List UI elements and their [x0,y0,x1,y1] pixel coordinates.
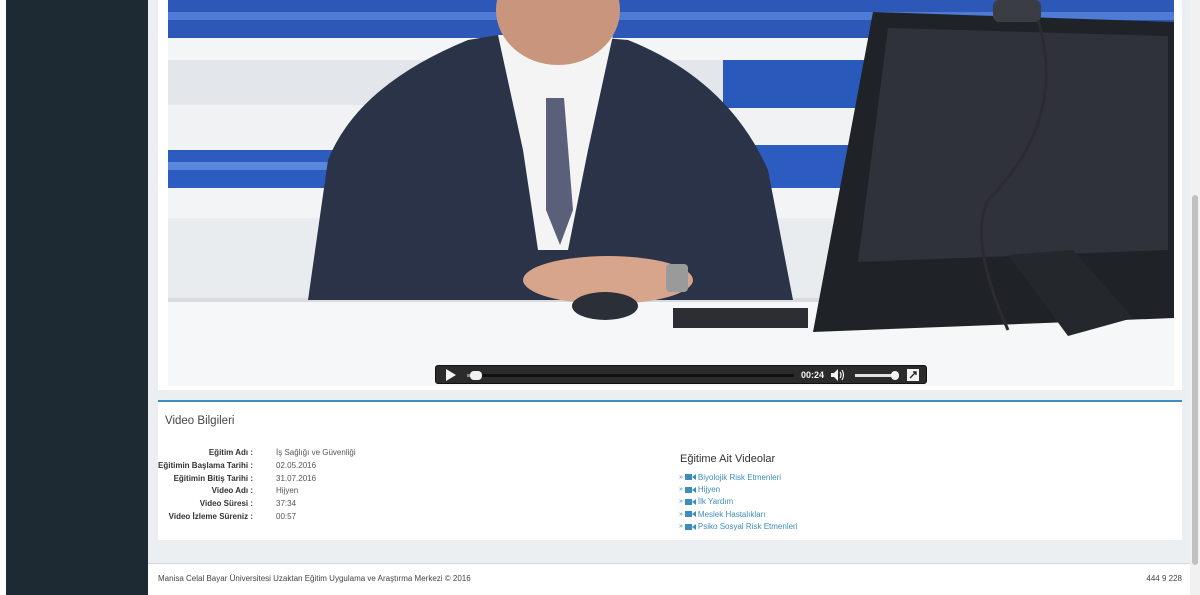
related-video-link[interactable]: » İlk Yardım [679,496,798,508]
related-videos-list: » Biyolojik Risk Etmenleri » Hijyen » İlk Yar… [679,471,798,533]
related-video-label: Psiko Sosyal Risk Etmenleri [697,522,798,532]
info-row-end-date: Eğitimin Bitiş Tarihi : 31.07.2016 [158,474,658,487]
video-controls: 00:24 [435,365,927,384]
volume-handle[interactable] [890,371,899,380]
seek-handle[interactable] [470,371,483,380]
volume-slider[interactable] [855,371,899,380]
info-label: Eğitimin Bitiş Tarihi : [173,473,253,483]
info-label: Video Adı : [211,486,253,496]
info-value: 00:57 [276,511,297,521]
current-time: 00:24 [801,370,825,380]
info-value: İş Sağlığı ve Güvenliği [276,448,356,457]
info-row-watch-time: Video İzleme Süreniz : 00:57 [158,512,658,525]
fullscreen-icon[interactable] [907,369,919,381]
bullet-icon: » [679,510,683,518]
related-video-label: İlk Yardım [697,497,734,507]
related-video-label: Hijyen [697,485,721,495]
related-video-label: Meslek Hastalıkları [697,509,766,519]
info-value: 02.05.2016 [276,460,317,470]
related-video-link[interactable]: » Biyolojik Risk Etmenleri [679,471,798,483]
video-camera-icon [684,498,696,505]
page-scrollbar[interactable] [1190,0,1200,595]
related-video-link[interactable]: » Meslek Hastalıkları [679,508,798,520]
footer: Manisa Celal Bayar Üniversitesi Uzaktan … [148,563,1190,595]
play-icon[interactable] [445,369,457,381]
info-row-video-duration: Video Süresi : 37:34 [158,499,658,512]
video-info-table: Eğitim Adı : İş Sağlığı ve Güvenliği Eği… [158,448,658,525]
info-label: Video Süresi : [199,499,253,509]
info-label: Video İzleme Süreniz : [168,511,253,521]
bullet-icon: » [679,486,683,494]
footer-copyright: Manisa Celal Bayar Üniversitesi Uzaktan … [158,574,471,583]
video-info-title: Video Bilgileri [165,415,235,427]
volume-icon[interactable] [831,369,845,381]
video-panel: 00:24 [158,0,1182,390]
info-value: Hijyen [276,486,299,496]
related-video-link[interactable]: » Psiko Sosyal Risk Etmenleri [679,521,798,533]
video-frame-image [168,0,1174,386]
bullet-icon: » [679,498,683,506]
info-row-start-date: Eğitimin Başlama Tarihi : 02.05.2016 [158,461,658,474]
info-label: Eğitim Adı : [208,448,253,457]
main-content: 00:24 Video Bilgileri Eğitim Adı : İş Sa… [148,0,1190,595]
video-camera-icon [684,486,696,493]
info-row-training-name: Eğitim Adı : İş Sağlığı ve Güvenliği [158,448,658,461]
bullet-icon: » [679,523,683,531]
info-label: Eğitimin Başlama Tarihi : [158,460,253,470]
bullet-icon: » [679,473,683,481]
video-camera-icon [684,523,696,530]
info-value: 31.07.2016 [276,473,317,483]
related-video-label: Biyolojik Risk Etmenleri [697,472,782,482]
video-camera-icon [684,474,696,481]
seek-bar[interactable] [467,371,794,380]
scrollbar-thumb[interactable] [1192,195,1198,565]
info-value: 37:34 [276,499,297,509]
video-info-panel: Video Bilgileri Eğitim Adı : İş Sağlığı … [158,400,1182,540]
footer-phone: 444 9 228 [1146,574,1182,583]
related-videos-title: Eğitime Ait Videolar [680,453,776,465]
sidebar [6,0,148,595]
video-camera-icon [684,511,696,518]
related-video-link[interactable]: » Hijyen [679,483,798,495]
info-row-video-name: Video Adı : Hijyen [158,486,658,499]
video-player[interactable]: 00:24 [168,0,1174,386]
